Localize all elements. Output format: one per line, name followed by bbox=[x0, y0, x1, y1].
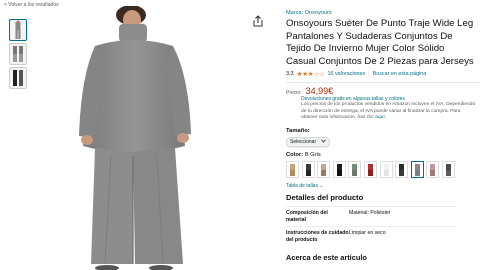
table-row: Composición del material Material: Polié… bbox=[286, 206, 456, 226]
price-value: 34,99€ bbox=[305, 86, 334, 97]
color-swatches bbox=[286, 161, 476, 179]
details-heading: Detalles del producto bbox=[286, 193, 364, 203]
star-rating-icon[interactable]: ★★★☆☆ bbox=[297, 70, 325, 78]
size-select-value: Seleccionar bbox=[290, 139, 317, 146]
brand-link[interactable]: Marca: Onsoyours bbox=[286, 10, 476, 16]
color-swatch[interactable] bbox=[426, 161, 440, 179]
size-label: Tamaño: bbox=[286, 128, 310, 135]
size-table-link[interactable]: Tabla de tallas ⌄ bbox=[286, 183, 476, 189]
color-swatch[interactable] bbox=[332, 161, 346, 179]
color-label: Color: bbox=[286, 152, 304, 159]
thumbnail-3[interactable] bbox=[9, 67, 27, 89]
divider bbox=[286, 82, 480, 84]
color-swatch[interactable] bbox=[395, 161, 409, 179]
price-label: Precio: bbox=[286, 90, 302, 97]
size-select[interactable]: Seleccionar bbox=[286, 137, 330, 148]
divider: | bbox=[368, 71, 370, 78]
ratings-count-link[interactable]: 16 valoraciones bbox=[327, 71, 365, 77]
table-row: Instrucciones de cuidado del producto Li… bbox=[286, 226, 456, 246]
color-swatch[interactable] bbox=[379, 161, 393, 179]
detail-value: Limpiar en seco bbox=[349, 230, 386, 237]
detail-key: Composición del material bbox=[286, 210, 328, 223]
color-swatch[interactable] bbox=[301, 161, 315, 179]
color-label-row: Color: B Gris bbox=[286, 152, 476, 158]
color-swatch[interactable] bbox=[317, 161, 331, 179]
chevron-down-icon: ⌄ bbox=[319, 183, 324, 190]
tax-note: Los precios de los productos vendidos en… bbox=[301, 102, 477, 121]
color-swatch[interactable] bbox=[348, 161, 362, 179]
rating-value: 3,3 bbox=[286, 71, 294, 78]
details-table: Composición del material Material: Polié… bbox=[286, 206, 456, 246]
detail-value: Material: Poliéster bbox=[349, 210, 391, 217]
color-value: B Gris bbox=[304, 152, 321, 159]
product-title: Onsoyours Suéter De Punto Traje Wide Leg… bbox=[286, 18, 474, 67]
product-info: Marca: Onsoyours Onsoyours Suéter De Pun… bbox=[286, 10, 480, 263]
detail-key: Instrucciones de cuidado del producto bbox=[286, 230, 349, 243]
thumbnail-list bbox=[9, 19, 27, 91]
tax-note-text: Los precios de los productos vendidos en… bbox=[301, 102, 476, 120]
share-icon[interactable] bbox=[253, 14, 263, 27]
color-swatch[interactable] bbox=[363, 161, 377, 179]
tax-info-link[interactable]: aquí. bbox=[375, 115, 386, 120]
chevron-down-icon bbox=[321, 139, 326, 145]
about-heading: Acerca de este artículo bbox=[286, 253, 367, 263]
size-table-label: Tabla de tallas bbox=[286, 183, 318, 190]
price-row: Precio: 34,99€ bbox=[286, 86, 476, 96]
thumbnail-2[interactable] bbox=[9, 43, 27, 65]
color-swatch[interactable] bbox=[286, 161, 299, 179]
thumbnail-1[interactable] bbox=[9, 19, 27, 41]
rating-row: 3,3 ★★★☆☆ 16 valoraciones | Buscar en es… bbox=[286, 70, 476, 78]
main-product-image[interactable] bbox=[33, 5, 255, 270]
search-page-link[interactable]: Buscar en esta página bbox=[373, 71, 427, 77]
color-swatch[interactable] bbox=[441, 161, 455, 179]
color-swatch-selected[interactable] bbox=[410, 161, 424, 179]
